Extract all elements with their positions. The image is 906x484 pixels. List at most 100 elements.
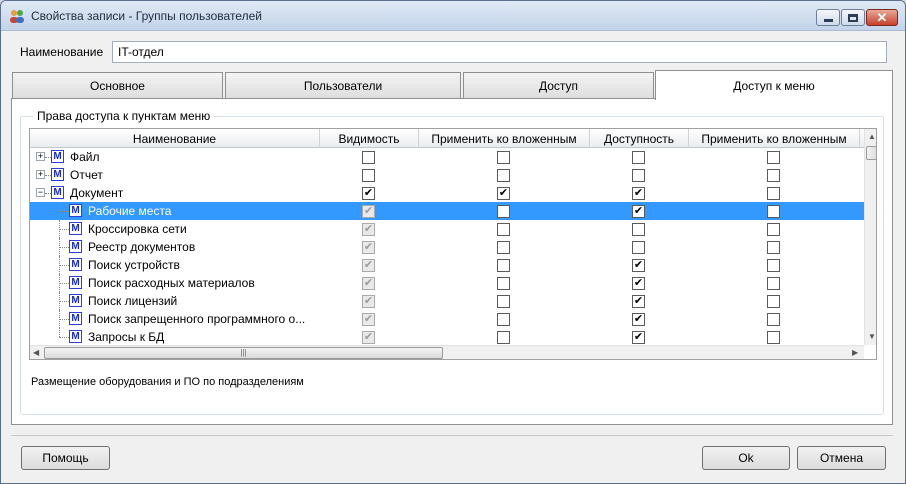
visibility-checkbox: ✔ bbox=[362, 259, 375, 272]
row-label: Кроссировка сети bbox=[88, 222, 187, 236]
table-row[interactable]: M Кроссировка сети ✔ bbox=[30, 220, 864, 238]
column-header-apply-availability[interactable]: Применить ко вложенным bbox=[689, 129, 860, 148]
column-header-visibility[interactable]: Видимость bbox=[320, 129, 419, 148]
row-label: Реестр документов bbox=[88, 240, 196, 254]
availability-checkbox[interactable] bbox=[632, 151, 645, 164]
ok-button[interactable]: Ok bbox=[702, 446, 790, 470]
apply-visibility-checkbox[interactable] bbox=[497, 223, 510, 236]
table-row[interactable]: + M Отчет bbox=[30, 166, 864, 184]
minimize-button[interactable] bbox=[816, 9, 840, 26]
vertical-scroll-thumb[interactable] bbox=[866, 146, 876, 160]
divider bbox=[11, 435, 893, 436]
tab-menu-access[interactable]: Доступ к меню bbox=[655, 70, 893, 100]
apply-availability-checkbox[interactable] bbox=[767, 205, 780, 218]
apply-availability-checkbox[interactable] bbox=[767, 187, 780, 200]
menu-m-icon: M bbox=[69, 222, 82, 235]
menu-m-icon: M bbox=[69, 204, 82, 217]
dialog-window: Свойства записи - Группы пользователей ✕… bbox=[0, 0, 906, 484]
column-header-availability[interactable]: Доступность bbox=[590, 129, 689, 148]
maximize-button[interactable] bbox=[841, 9, 865, 26]
apply-availability-checkbox[interactable] bbox=[767, 295, 780, 308]
maximize-icon bbox=[848, 13, 858, 22]
horizontal-scrollbar[interactable]: ◀ ||| ▶ bbox=[30, 345, 864, 359]
table-row[interactable]: + M Файл bbox=[30, 148, 864, 166]
users-icon bbox=[10, 10, 24, 23]
tab-label: Доступ bbox=[538, 78, 579, 93]
apply-visibility-checkbox[interactable] bbox=[497, 259, 510, 272]
menu-m-icon: M bbox=[69, 276, 82, 289]
table-row[interactable]: M Рабочие места ✔ ✔ bbox=[30, 202, 864, 220]
availability-checkbox[interactable] bbox=[632, 223, 645, 236]
column-header-apply-visibility[interactable]: Применить ко вложенным bbox=[419, 129, 590, 148]
table-row[interactable]: M Запросы к БД ✔ ✔ bbox=[30, 328, 864, 346]
expand-icon[interactable]: + bbox=[36, 152, 45, 161]
apply-availability-checkbox[interactable] bbox=[767, 241, 780, 254]
apply-visibility-checkbox[interactable] bbox=[497, 169, 510, 182]
apply-availability-checkbox[interactable] bbox=[767, 313, 780, 326]
apply-availability-checkbox[interactable] bbox=[767, 331, 780, 344]
scroll-right-icon[interactable]: ▶ bbox=[852, 348, 858, 357]
availability-checkbox[interactable]: ✔ bbox=[632, 331, 645, 344]
column-header-label: Доступность bbox=[603, 131, 675, 146]
apply-availability-checkbox[interactable] bbox=[767, 151, 780, 164]
apply-visibility-checkbox[interactable] bbox=[497, 151, 510, 164]
table-row[interactable]: M Поиск лицензий ✔ ✔ bbox=[30, 292, 864, 310]
apply-availability-checkbox[interactable] bbox=[767, 277, 780, 290]
apply-availability-checkbox[interactable] bbox=[767, 169, 780, 182]
apply-visibility-checkbox[interactable] bbox=[497, 277, 510, 290]
availability-checkbox[interactable]: ✔ bbox=[632, 295, 645, 308]
availability-checkbox[interactable] bbox=[632, 169, 645, 182]
table-row[interactable]: − M Документ ✔ ✔ ✔ bbox=[30, 184, 864, 202]
name-input[interactable] bbox=[112, 41, 887, 63]
scroll-left-icon[interactable]: ◀ bbox=[33, 348, 39, 357]
item-description: Размещение оборудования и ПО по подразде… bbox=[31, 376, 304, 388]
scroll-up-icon[interactable]: ▲ bbox=[868, 132, 876, 141]
column-header-label: Применить ко вложенным bbox=[701, 131, 847, 146]
expand-icon[interactable]: + bbox=[36, 170, 45, 179]
apply-visibility-checkbox[interactable] bbox=[497, 205, 510, 218]
row-label: Поиск расходных материалов bbox=[88, 276, 255, 290]
availability-checkbox[interactable]: ✔ bbox=[632, 277, 645, 290]
window-title: Свойства записи - Группы пользователей bbox=[31, 9, 262, 23]
availability-checkbox[interactable]: ✔ bbox=[632, 187, 645, 200]
scroll-down-icon[interactable]: ▼ bbox=[868, 332, 876, 341]
tree-connector bbox=[59, 211, 69, 212]
vertical-scrollbar[interactable]: ▲ ▼ bbox=[864, 129, 876, 345]
row-label: Файл bbox=[70, 150, 100, 164]
minimize-icon bbox=[823, 19, 833, 22]
availability-checkbox[interactable]: ✔ bbox=[632, 313, 645, 326]
availability-checkbox[interactable]: ✔ bbox=[632, 205, 645, 218]
visibility-checkbox[interactable]: ✔ bbox=[362, 187, 375, 200]
help-button[interactable]: Помощь bbox=[21, 446, 110, 470]
availability-checkbox[interactable] bbox=[632, 241, 645, 254]
apply-visibility-checkbox[interactable] bbox=[497, 313, 510, 326]
tab-main[interactable]: Основное bbox=[12, 72, 223, 98]
tab-access[interactable]: Доступ bbox=[463, 72, 654, 98]
horizontal-scroll-thumb[interactable]: ||| bbox=[44, 347, 443, 359]
tree-connector bbox=[59, 319, 69, 320]
visibility-checkbox: ✔ bbox=[362, 295, 375, 308]
collapse-icon[interactable]: − bbox=[36, 188, 45, 197]
apply-visibility-checkbox[interactable] bbox=[497, 331, 510, 344]
table-row[interactable]: M Поиск расходных материалов ✔ ✔ bbox=[30, 274, 864, 292]
apply-availability-checkbox[interactable] bbox=[767, 259, 780, 272]
menu-m-icon: M bbox=[51, 186, 64, 199]
table-row[interactable]: M Поиск устройств ✔ ✔ bbox=[30, 256, 864, 274]
close-button[interactable]: ✕ bbox=[866, 9, 898, 26]
tab-panel: Права доступа к пунктам меню Наименовани… bbox=[11, 98, 893, 425]
availability-checkbox[interactable]: ✔ bbox=[632, 259, 645, 272]
title-bar[interactable]: Свойства записи - Группы пользователей ✕ bbox=[1, 1, 905, 31]
tree-connector bbox=[59, 283, 69, 284]
apply-availability-checkbox[interactable] bbox=[767, 223, 780, 236]
tab-users[interactable]: Пользователи bbox=[225, 72, 461, 98]
apply-visibility-checkbox[interactable]: ✔ bbox=[497, 187, 510, 200]
visibility-checkbox[interactable] bbox=[362, 151, 375, 164]
apply-visibility-checkbox[interactable] bbox=[497, 295, 510, 308]
row-label: Поиск лицензий bbox=[88, 294, 178, 308]
cancel-button[interactable]: Отмена bbox=[797, 446, 886, 470]
apply-visibility-checkbox[interactable] bbox=[497, 241, 510, 254]
table-row[interactable]: M Поиск запрещенного программного о... ✔ ✔ bbox=[30, 310, 864, 328]
column-header-name[interactable]: Наименование bbox=[30, 129, 320, 148]
visibility-checkbox[interactable] bbox=[362, 169, 375, 182]
table-row[interactable]: M Реестр документов ✔ bbox=[30, 238, 864, 256]
